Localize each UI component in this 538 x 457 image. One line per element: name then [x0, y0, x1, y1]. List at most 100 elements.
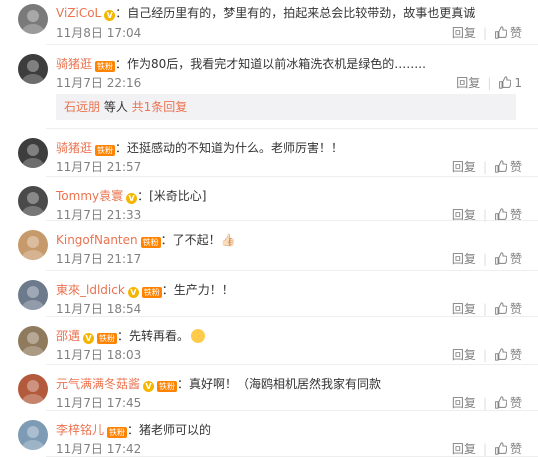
comment-actions: 回复 | 赞 [452, 26, 522, 40]
comment-time: 11月7日 17:45 [56, 396, 142, 410]
reply-button[interactable]: 回复 [452, 302, 476, 316]
comment-username[interactable]: 邵邁 [56, 329, 80, 343]
comment-text: ：作为80后，我看完才知道以前冰箱洗衣机是绿色的…….. [115, 57, 426, 71]
sub-reply-summary[interactable]: 石远朋 等人 共1条回复 [56, 94, 516, 120]
comment-text: ：了不起！👍🏻 [160, 233, 236, 247]
sub-reply-username[interactable]: 石远朋 [64, 100, 100, 114]
verified-v-badge-icon: V [83, 333, 95, 344]
comment-text: ：先转再看。 [117, 329, 190, 343]
user-avatar[interactable] [18, 230, 48, 260]
like-label: 赞 [509, 442, 522, 456]
comment-actions: 回复 | 赞 [452, 442, 522, 456]
action-separator: | [482, 396, 487, 410]
fan-badge: 铁粉 [97, 333, 118, 344]
like-label: 赞 [509, 396, 522, 410]
reply-button[interactable]: 回复 [452, 26, 476, 40]
like-label: 赞 [509, 302, 522, 316]
reply-button[interactable]: 回复 [452, 348, 476, 362]
action-separator: | [482, 442, 487, 456]
reply-button[interactable]: 回复 [456, 76, 480, 90]
comment-username[interactable]: 東來_ldldick [56, 283, 125, 297]
comment-time: 11月7日 18:54 [56, 302, 142, 316]
thumb-up-icon [495, 26, 507, 39]
comment-time: 11月7日 21:57 [56, 160, 142, 174]
smile-emoji-icon [191, 329, 206, 343]
comment-actions: 回复 | 赞 [452, 396, 522, 410]
comment-time: 11月7日 18:03 [56, 348, 142, 362]
thumb-up-icon [495, 396, 507, 409]
comment-time: 11月7日 22:16 [56, 76, 142, 90]
fan-badge: 铁粉 [95, 145, 116, 156]
comment-divider [46, 364, 538, 365]
user-avatar[interactable] [18, 280, 48, 310]
like-label: 赞 [509, 348, 522, 362]
like-button[interactable]: 赞 [494, 252, 522, 266]
reply-button[interactable]: 回复 [452, 442, 476, 456]
action-separator: | [482, 302, 487, 316]
like-button[interactable]: 赞 [494, 26, 522, 40]
comment-divider [46, 128, 538, 129]
comment-actions: 回复 | 赞 [452, 302, 522, 316]
user-avatar[interactable] [18, 4, 48, 34]
verified-v-badge-icon: V [126, 193, 138, 204]
like-button[interactable]: 赞 [494, 396, 522, 410]
thumb-up-icon [495, 302, 507, 315]
avatar-image-icon [22, 380, 44, 404]
sub-reply-text: 等人 [100, 100, 132, 114]
comment-text: ：真好啊！（海鸥相机居然我家有同款 [177, 377, 382, 391]
fan-badge: 铁粉 [157, 381, 178, 392]
reply-button[interactable]: 回复 [452, 160, 476, 174]
comment-username[interactable]: 元气满满冬菇酱 [56, 377, 140, 391]
user-avatar[interactable] [18, 326, 48, 356]
comment-text: ：[米奇比心] [137, 189, 207, 203]
comment-divider [46, 176, 538, 177]
comment-text: ：生产力！！ [161, 283, 234, 297]
user-avatar[interactable] [18, 54, 48, 84]
avatar-image-icon [22, 286, 44, 310]
user-avatar[interactable] [18, 138, 48, 168]
comment-username[interactable]: 李梓铭儿 [56, 423, 104, 437]
thumb-up-icon [495, 442, 507, 455]
comment-text: ：自己经历里有的，梦里有的，拍起来总会比较带劲，故事也更真诚 [115, 6, 476, 20]
comment-divider [46, 270, 538, 271]
comment-divider [46, 220, 538, 221]
comment-actions: 回复 | 赞 [452, 160, 522, 174]
fan-badge: 铁粉 [107, 427, 128, 438]
action-separator: | [487, 76, 492, 90]
comment-username[interactable]: 骑猪逛 [56, 141, 92, 155]
comment-username[interactable]: ViZiCoL [56, 6, 101, 20]
thumb-up-icon [495, 348, 507, 361]
thumb-up-icon [499, 76, 512, 89]
comment-divider [46, 316, 538, 317]
comment-time: 11月8日 17:04 [56, 26, 142, 40]
sub-reply-count[interactable]: 共1条回复 [132, 100, 188, 114]
thumb-up-icon [495, 160, 507, 173]
comment-username[interactable]: 骑猪逛 [56, 57, 92, 71]
comment-username[interactable]: Tommy袁寰 [56, 189, 123, 203]
verified-v-badge-icon: V [127, 287, 139, 298]
like-button[interactable]: 赞 [494, 348, 522, 362]
like-button[interactable]: 赞 [494, 160, 522, 174]
fan-badge: 铁粉 [95, 61, 116, 72]
comment-time: 11月7日 21:17 [56, 252, 142, 266]
comment-actions: 回复 | 1 [456, 76, 522, 90]
comment-divider [46, 410, 538, 411]
verified-v-badge-icon: V [104, 10, 116, 21]
comment-username[interactable]: KingofNanten [56, 233, 138, 247]
action-separator: | [482, 348, 487, 362]
user-avatar[interactable] [18, 186, 48, 216]
avatar-image-icon [22, 192, 44, 216]
like-button[interactable]: 1 [498, 76, 522, 90]
fan-badge: 铁粉 [141, 287, 162, 298]
like-label: 赞 [509, 160, 522, 174]
user-avatar[interactable] [18, 374, 48, 404]
comment-text: ：猪老师可以的 [127, 423, 212, 437]
reply-button[interactable]: 回复 [452, 252, 476, 266]
comment-time: 11月7日 17:42 [56, 442, 142, 456]
like-button[interactable]: 赞 [494, 302, 522, 316]
reply-button[interactable]: 回复 [452, 396, 476, 410]
like-button[interactable]: 赞 [494, 442, 522, 456]
avatar-image-icon [22, 60, 44, 84]
user-avatar[interactable] [18, 420, 48, 450]
fan-badge: 铁粉 [140, 237, 161, 248]
